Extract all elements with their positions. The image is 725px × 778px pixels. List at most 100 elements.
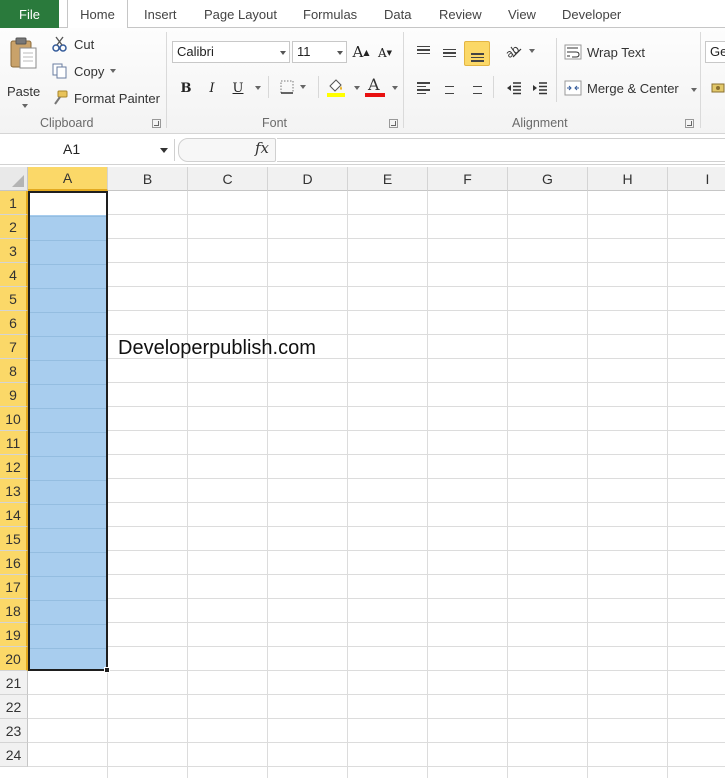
top-align-button[interactable] [412, 42, 434, 64]
row-header[interactable]: 20 [0, 647, 28, 671]
orientation-button[interactable]: ab [503, 43, 535, 63]
merge-center-button[interactable]: Merge & Center [564, 79, 698, 99]
font-size-select[interactable]: 11 [292, 41, 347, 63]
font-dialog-launcher-icon[interactable] [389, 119, 398, 128]
bottom-align-button[interactable] [464, 41, 490, 66]
tab-developer[interactable]: Developer [560, 0, 623, 28]
bold-button[interactable]: B [177, 78, 195, 98]
decrease-indent-button[interactable] [503, 78, 525, 98]
gridline [28, 694, 725, 695]
row-header[interactable]: 6 [0, 311, 28, 335]
alignment-dialog-launcher-icon[interactable] [685, 119, 694, 128]
cell-b7[interactable]: Developerpublish.com [118, 337, 316, 360]
row-header[interactable]: 22 [0, 695, 28, 719]
italic-button[interactable]: I [203, 78, 221, 98]
tab-file[interactable]: File [0, 0, 59, 28]
chevron-down-icon [337, 51, 343, 55]
column-header-i[interactable]: I [668, 167, 725, 191]
copy-button[interactable]: Copy [52, 63, 122, 81]
cut-button[interactable]: Cut [52, 36, 112, 54]
selected-range[interactable] [28, 191, 110, 673]
align-center-button[interactable] [438, 78, 460, 98]
row-header[interactable]: 16 [0, 551, 28, 575]
row-header[interactable]: 14 [0, 503, 28, 527]
row-header[interactable]: 8 [0, 359, 28, 383]
clipboard-dialog-launcher-icon[interactable] [152, 119, 161, 128]
column-header-g[interactable]: G [508, 167, 588, 191]
row-header[interactable]: 15 [0, 527, 28, 551]
increase-indent-button[interactable] [529, 78, 551, 98]
column-header-e[interactable]: E [348, 167, 428, 191]
chevron-down-icon[interactable] [160, 148, 168, 153]
wrap-text-button[interactable]: Wrap Text [564, 43, 664, 63]
column-header-a[interactable]: A [28, 167, 108, 191]
row-header[interactable]: 18 [0, 599, 28, 623]
column-header-b[interactable]: B [108, 167, 188, 191]
grow-font-button[interactable]: A ▲ [352, 42, 370, 62]
shrink-font-button[interactable]: A ▼ [376, 44, 394, 62]
align-left-button[interactable] [412, 78, 434, 98]
gridline [30, 648, 106, 649]
row-header[interactable]: 4 [0, 263, 28, 287]
borders-button[interactable] [280, 80, 306, 96]
font-color-button[interactable]: A [364, 75, 400, 99]
row-header[interactable]: 5 [0, 287, 28, 311]
row-header[interactable]: 12 [0, 455, 28, 479]
tab-insert[interactable]: Insert [142, 0, 179, 28]
row-header[interactable]: 2 [0, 215, 28, 239]
row-header[interactable]: 24 [0, 743, 28, 767]
column-header-h[interactable]: H [588, 167, 668, 191]
row-header[interactable]: 23 [0, 719, 28, 743]
gridline [28, 430, 725, 431]
number-format-select[interactable]: Ge [705, 41, 725, 63]
tab-data[interactable]: Data [382, 0, 413, 28]
gridline [30, 216, 106, 217]
row-header[interactable]: 11 [0, 431, 28, 455]
currency-format-icon[interactable] [711, 81, 725, 95]
gridline [267, 191, 268, 778]
group-separator [700, 32, 701, 128]
font-name-select[interactable]: Calibri [172, 41, 290, 63]
tab-page-layout[interactable]: Page Layout [202, 0, 279, 28]
row-header[interactable]: 17 [0, 575, 28, 599]
row-header[interactable]: 7 [0, 335, 28, 359]
tab-view[interactable]: View [506, 0, 538, 28]
tab-review[interactable]: Review [437, 0, 484, 28]
borders-icon [280, 80, 294, 94]
underline-button[interactable]: U [229, 78, 247, 98]
middle-align-button[interactable] [438, 42, 460, 64]
gridline [28, 262, 725, 263]
align-right-button[interactable] [464, 78, 486, 98]
row-header[interactable]: 9 [0, 383, 28, 407]
fill-handle[interactable] [104, 667, 110, 673]
row-header[interactable]: 13 [0, 479, 28, 503]
row-header[interactable]: 10 [0, 407, 28, 431]
gridline [187, 191, 188, 778]
gridline [30, 240, 106, 241]
row-header[interactable]: 1 [0, 191, 28, 215]
insert-function-icon[interactable]: fx [255, 139, 269, 157]
formula-input[interactable] [277, 138, 725, 162]
column-header-d[interactable]: D [268, 167, 348, 191]
row-header[interactable]: 19 [0, 623, 28, 647]
tab-formulas[interactable]: Formulas [301, 0, 359, 28]
format-painter-button[interactable]: Format Painter [52, 90, 162, 108]
active-cell[interactable] [30, 193, 106, 215]
column-header-f[interactable]: F [428, 167, 508, 191]
name-box[interactable]: A1 [0, 139, 175, 161]
column-header-c[interactable]: C [188, 167, 268, 191]
row-header[interactable]: 3 [0, 239, 28, 263]
select-all-button[interactable] [0, 167, 28, 191]
font-name-value: Calibri [177, 44, 214, 59]
bottom-align-icon [470, 53, 484, 62]
row-header[interactable]: 21 [0, 671, 28, 695]
tab-home[interactable]: Home [67, 0, 128, 29]
fill-color-button[interactable] [326, 77, 360, 99]
gridline [28, 574, 725, 575]
underline-dropdown-icon[interactable] [255, 86, 261, 90]
copy-label: Copy [74, 64, 105, 79]
gridline [28, 718, 725, 719]
paste-button[interactable]: Paste [4, 34, 44, 110]
align-center-icon [443, 82, 456, 94]
gridline [507, 191, 508, 778]
